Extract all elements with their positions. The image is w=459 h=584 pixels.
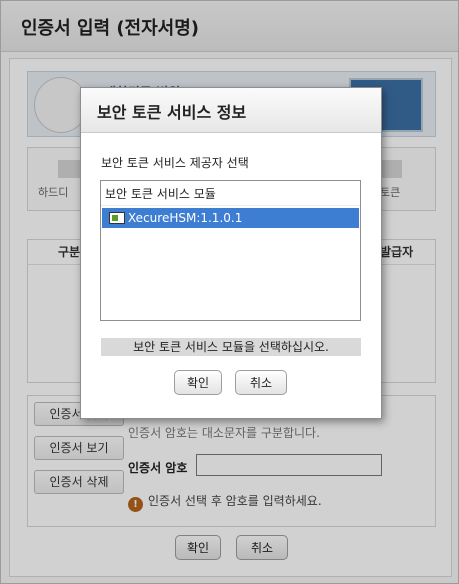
dialog-titlebar: 보안 토큰 서비스 정보 [81, 88, 381, 133]
chip-icon [109, 212, 125, 224]
dialog-cancel-button[interactable]: 취소 [235, 370, 287, 395]
dialog-title: 보안 토큰 서비스 정보 [97, 103, 247, 122]
list-header-divider [101, 205, 360, 206]
module-list-item[interactable]: XecureHSM:1.1.0.1 [102, 208, 359, 228]
module-list-header: 보안 토큰 서비스 모듈 [105, 187, 216, 201]
security-token-dialog: 보안 토큰 서비스 정보 보안 토큰 서비스 제공자 선택 보안 토큰 서비스 … [80, 87, 382, 419]
module-name: XecureHSM:1.1.0.1 [128, 211, 243, 225]
status-message: 보안 토큰 서비스 모듈을 선택하십시오. [101, 338, 361, 356]
dialog-ok-button[interactable]: 확인 [174, 370, 222, 395]
module-listbox[interactable]: 보안 토큰 서비스 모듈 XecureHSM:1.1.0.1 [100, 180, 361, 321]
provider-select-label: 보안 토큰 서비스 제공자 선택 [101, 156, 249, 170]
